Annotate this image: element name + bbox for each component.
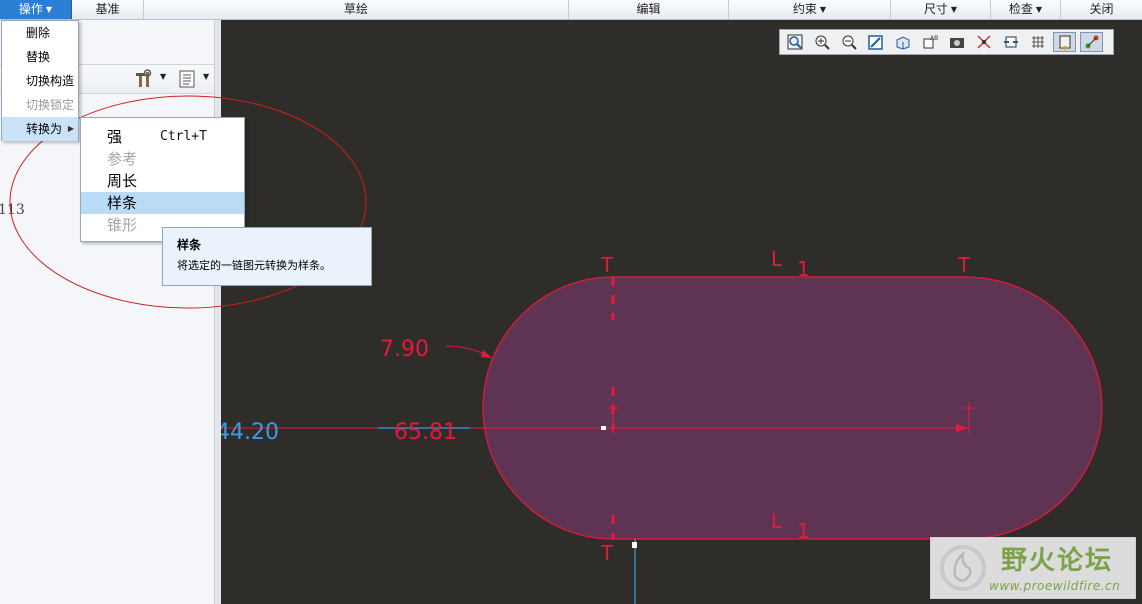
graphics-window[interactable]: 7.90 65.81 44.20 T T T L 1 L 1 (221, 20, 1142, 604)
svg-text:AB: AB (930, 35, 938, 42)
vertex-marker (632, 542, 637, 548)
zoom-in-icon[interactable] (810, 32, 833, 52)
ribbon-group-bar: 操作 ▼ 基准 草绘 编辑 约束 ▼ 尺寸 ▼ 检查 ▼ 关闭 (0, 0, 1142, 20)
arrowhead (481, 350, 492, 358)
constraint-index: 1 (797, 257, 810, 281)
constraint-display-icon[interactable] (999, 32, 1022, 52)
chevron-down-icon[interactable]: ▼ (160, 72, 166, 81)
menu-item-label: 样条 (107, 194, 138, 212)
equal-length-constraint: L (771, 247, 783, 271)
convert-to-submenu: 强 Ctrl+T 参考 周长 样条 锥形 (80, 117, 245, 242)
submenu-arrow-icon: ▶ (67, 124, 74, 133)
show-list-icon[interactable] (177, 69, 197, 89)
tangent-constraint: T (600, 541, 614, 565)
panel-splitter[interactable] (214, 20, 221, 604)
ribbon-group-sketching[interactable]: 草绘 (144, 0, 569, 19)
grid-display-icon[interactable] (1026, 32, 1049, 52)
ribbon-group-editing[interactable]: 编辑 (569, 0, 729, 19)
ribbon-group-inspect[interactable]: 检查 ▼ (991, 0, 1061, 19)
tangent-constraint: T (600, 253, 614, 277)
repaint-icon[interactable] (864, 32, 887, 52)
constraint-index: 1 (797, 519, 810, 543)
shortcut-label: Ctrl+T (160, 129, 207, 144)
tree-settings-icon[interactable] (134, 69, 154, 89)
equal-length-constraint: L (771, 509, 783, 533)
spline-tooltip: 样条 将选定的一链图元转换为样条。 (162, 227, 372, 286)
menu-item-convert-to[interactable]: 转换为 ▶ (2, 117, 78, 141)
ribbon-group-label: 操作 (18, 2, 43, 16)
ribbon-group-label: 尺寸 (923, 2, 948, 16)
menu-item-label: 删除 (26, 26, 51, 40)
ribbon-group-label: 检查 (1008, 2, 1033, 16)
tangent-constraint: T (957, 253, 971, 277)
forum-watermark: 野火论坛 www.proewildfire.cn (930, 537, 1136, 599)
menu-item-label: 强 (107, 128, 123, 146)
tooltip-title: 样条 (177, 238, 202, 252)
flame-logo-icon (940, 545, 986, 591)
watermark-url: www.proewildfire.cn (989, 579, 1121, 593)
tooltip-description: 将选定的一链图元转换为样条。 (177, 259, 331, 272)
menu-item-perimeter[interactable]: 周长 (81, 170, 244, 192)
saved-orientations-icon[interactable] (891, 32, 914, 52)
menu-item-label: 切换锁定 (26, 98, 75, 112)
ribbon-group-constrain[interactable]: 约束 ▼ (729, 0, 891, 19)
ribbon-group-label: 基准 (95, 2, 120, 16)
graphics-toolbar: AB (779, 29, 1114, 55)
tree-item-label: 113 (0, 202, 25, 218)
vertex-display-icon[interactable] (1053, 32, 1076, 52)
zoom-out-icon[interactable] (837, 32, 860, 52)
chevron-down-icon: ▼ (950, 5, 958, 14)
chevron-down-icon: ▼ (1035, 5, 1043, 14)
watermark-title: 野火论坛 (1001, 546, 1114, 576)
menu-item-label: 转换为 (26, 122, 63, 136)
chevron-down-icon: ▼ (45, 5, 53, 14)
offset-dimension: 44.20 (221, 420, 279, 445)
menu-item-toggle-construction[interactable]: 切换构造 (2, 69, 78, 93)
named-views-icon[interactable] (945, 32, 968, 52)
menu-item-label: 参考 (107, 150, 138, 168)
chevron-down-icon[interactable]: ▼ (203, 72, 209, 81)
menu-item-toggle-lock: 切换锁定 (2, 93, 78, 117)
vertex-marker (601, 426, 606, 430)
ribbon-group-label: 编辑 (636, 2, 661, 16)
sketch-obround (482, 276, 1103, 540)
menu-item-spline[interactable]: 样条 (81, 192, 244, 214)
menu-item-strong[interactable]: 强 Ctrl+T (81, 126, 244, 148)
refit-icon[interactable] (783, 32, 806, 52)
sketch-view-icon[interactable] (1080, 32, 1103, 52)
ribbon-group-label: 草绘 (343, 2, 368, 16)
ribbon-group-close[interactable]: 关闭 (1061, 0, 1142, 19)
menu-item-label: 周长 (107, 172, 138, 190)
ribbon-group-operations[interactable]: 操作 ▼ (0, 0, 72, 19)
menu-item-label: 锥形 (107, 216, 138, 234)
menu-item-reference: 参考 (81, 148, 244, 170)
menu-item-delete[interactable]: 删除 (2, 21, 78, 45)
ribbon-group-datum[interactable]: 基准 (72, 0, 144, 19)
menu-item-label: 切换构造 (26, 74, 75, 88)
ribbon-group-label: 关闭 (1089, 2, 1114, 16)
radius-dimension: 7.90 (380, 337, 429, 362)
ribbon-group-label: 约束 (792, 2, 817, 16)
operations-menu: 删除 替换 切换构造 切换锁定 转换为 ▶ (1, 20, 79, 141)
length-dimension: 65.81 (394, 420, 457, 445)
menu-item-label: 替换 (26, 50, 51, 64)
chevron-down-icon: ▼ (819, 5, 827, 14)
ribbon-group-dimension[interactable]: 尺寸 ▼ (891, 0, 991, 19)
display-style-icon[interactable]: AB (918, 32, 941, 52)
dimension-display-icon[interactable] (972, 32, 995, 52)
menu-item-replace[interactable]: 替换 (2, 45, 78, 69)
